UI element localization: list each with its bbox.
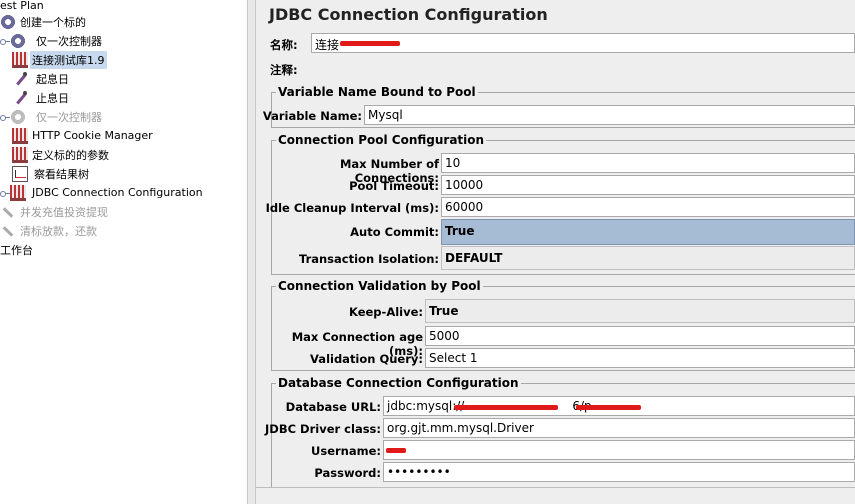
sampler-pipette-icon [12,71,28,87]
comment-label: 注释: [270,63,298,77]
username-label: Username: [311,444,381,458]
keep-alive-label: Keep-Alive: [349,305,423,319]
wrench-icon [0,223,16,239]
validation-query-label: Validation Query: [310,352,423,366]
password-label: Password: [314,466,381,480]
tree-item-define-target-params[interactable]: 定义标的的参数 [12,145,109,164]
tree-item-create-target[interactable]: 创建一个标的 [0,12,86,31]
config-element-icon [12,51,28,68]
tree-item-label: 定义标的的参数 [32,148,109,162]
tree-item-start-date[interactable]: 起息日 [12,69,69,88]
tree-item-label: 仅一次控制器 [36,34,102,48]
keep-alive-select[interactable]: True [425,299,855,323]
tree-item-label: 清标放款，还款 [20,224,97,238]
tree-item-label: 连接测试库1.9 [30,50,107,69]
jdbc-driver-class-label: JDBC Driver class: [265,422,381,436]
wrench-icon [0,204,16,220]
test-plan-tree[interactable]: est Plan 创建一个标的 仅一次控制器 连接测试库1.9 起息日 止息日 … [0,0,247,504]
tree-item-label: JDBC Connection Configuration [32,186,203,199]
tree-item-once-only-controller[interactable]: 仅一次控制器 [0,31,102,50]
tree-item-label: 并发充值投资提现 [20,205,108,219]
tree-item-workbench[interactable]: 工作台 [0,240,33,259]
tree-item-label: 察看结果树 [34,167,89,181]
tree-item-label: 仅一次控制器 [36,110,102,124]
config-element-icon [12,146,28,163]
gear-icon [10,108,26,125]
tree-item-clear-target-repay[interactable]: 清标放款，还款 [0,221,97,240]
panel-divider [256,487,855,488]
connector-icon [0,185,10,201]
tree-item-view-results-tree[interactable]: 察看结果树 [12,164,89,183]
password-field[interactable]: ••••••••• [383,462,855,482]
database-url-label: Database URL: [285,400,381,414]
tree-item-once-only-controller-disabled[interactable]: 仅一次控制器 [0,107,102,126]
tree-item-label: 工作台 [0,243,33,257]
tree-item-connect-test-db[interactable]: 连接测试库1.9 [12,50,107,69]
gear-icon [10,32,26,49]
group-legend: Variable Name Bound to Pool [278,85,476,99]
gear-icon [0,13,16,30]
tree-item-label: 起息日 [36,72,69,86]
variable-name-label: Variable Name: [262,109,362,123]
redaction-mark [454,405,558,410]
tree-item-label: est Plan [0,0,44,12]
group-legend: Database Connection Configuration [278,376,519,390]
tree-item-http-cookie-manager[interactable]: HTTP Cookie Manager [12,126,153,145]
username-field[interactable] [383,440,855,460]
listener-chart-icon [12,165,28,182]
name-label: 名称: [270,38,298,52]
connector-icon [0,33,10,49]
redaction-mark [576,405,641,410]
redaction-mark [340,41,400,46]
split-pane-divider[interactable] [247,0,256,504]
sampler-pipette-icon [12,90,28,106]
tree-item-jdbc-connection-configuration[interactable]: JDBC Connection Configuration [0,183,203,202]
tree-item-concurrent-recharge[interactable]: 并发充值投资提现 [0,202,108,221]
page-title: JDBC Connection Configuration [269,5,548,24]
pool-timeout-label: Pool Timeout: [349,179,439,193]
config-element-icon [12,127,28,144]
auto-commit-label: Auto Commit: [350,225,439,239]
validation-query-field[interactable]: Select 1 [425,348,855,368]
max-connection-age-field[interactable]: 5000 [425,326,855,346]
group-legend: Connection Pool Configuration [278,133,485,147]
connector-icon [0,109,10,125]
config-element-icon [10,184,26,201]
tree-item-label: 创建一个标的 [20,15,86,29]
tree-item-label: 止息日 [36,91,69,105]
transaction-isolation-label: Transaction Isolation: [298,252,439,266]
max-connections-field[interactable]: 10 [441,153,855,173]
idle-cleanup-field[interactable]: 60000 [441,197,855,217]
variable-name-field[interactable]: Mysql [364,105,855,125]
redaction-mark [386,448,406,453]
transaction-isolation-select[interactable]: DEFAULT [441,246,855,270]
tree-item-label: HTTP Cookie Manager [32,129,153,142]
tree-item-end-date[interactable]: 止息日 [12,88,69,107]
auto-commit-select[interactable]: True [441,219,855,245]
group-legend: Connection Validation by Pool [278,279,481,293]
pool-timeout-field[interactable]: 10000 [441,175,855,195]
idle-cleanup-label: Idle Cleanup Interval (ms): [265,201,439,215]
jdbc-config-panel: JDBC Connection Configuration 名称: 连接 注释:… [256,0,855,504]
comment-field[interactable] [311,58,855,78]
jdbc-driver-class-field[interactable]: org.gjt.mm.mysql.Driver [383,418,855,438]
